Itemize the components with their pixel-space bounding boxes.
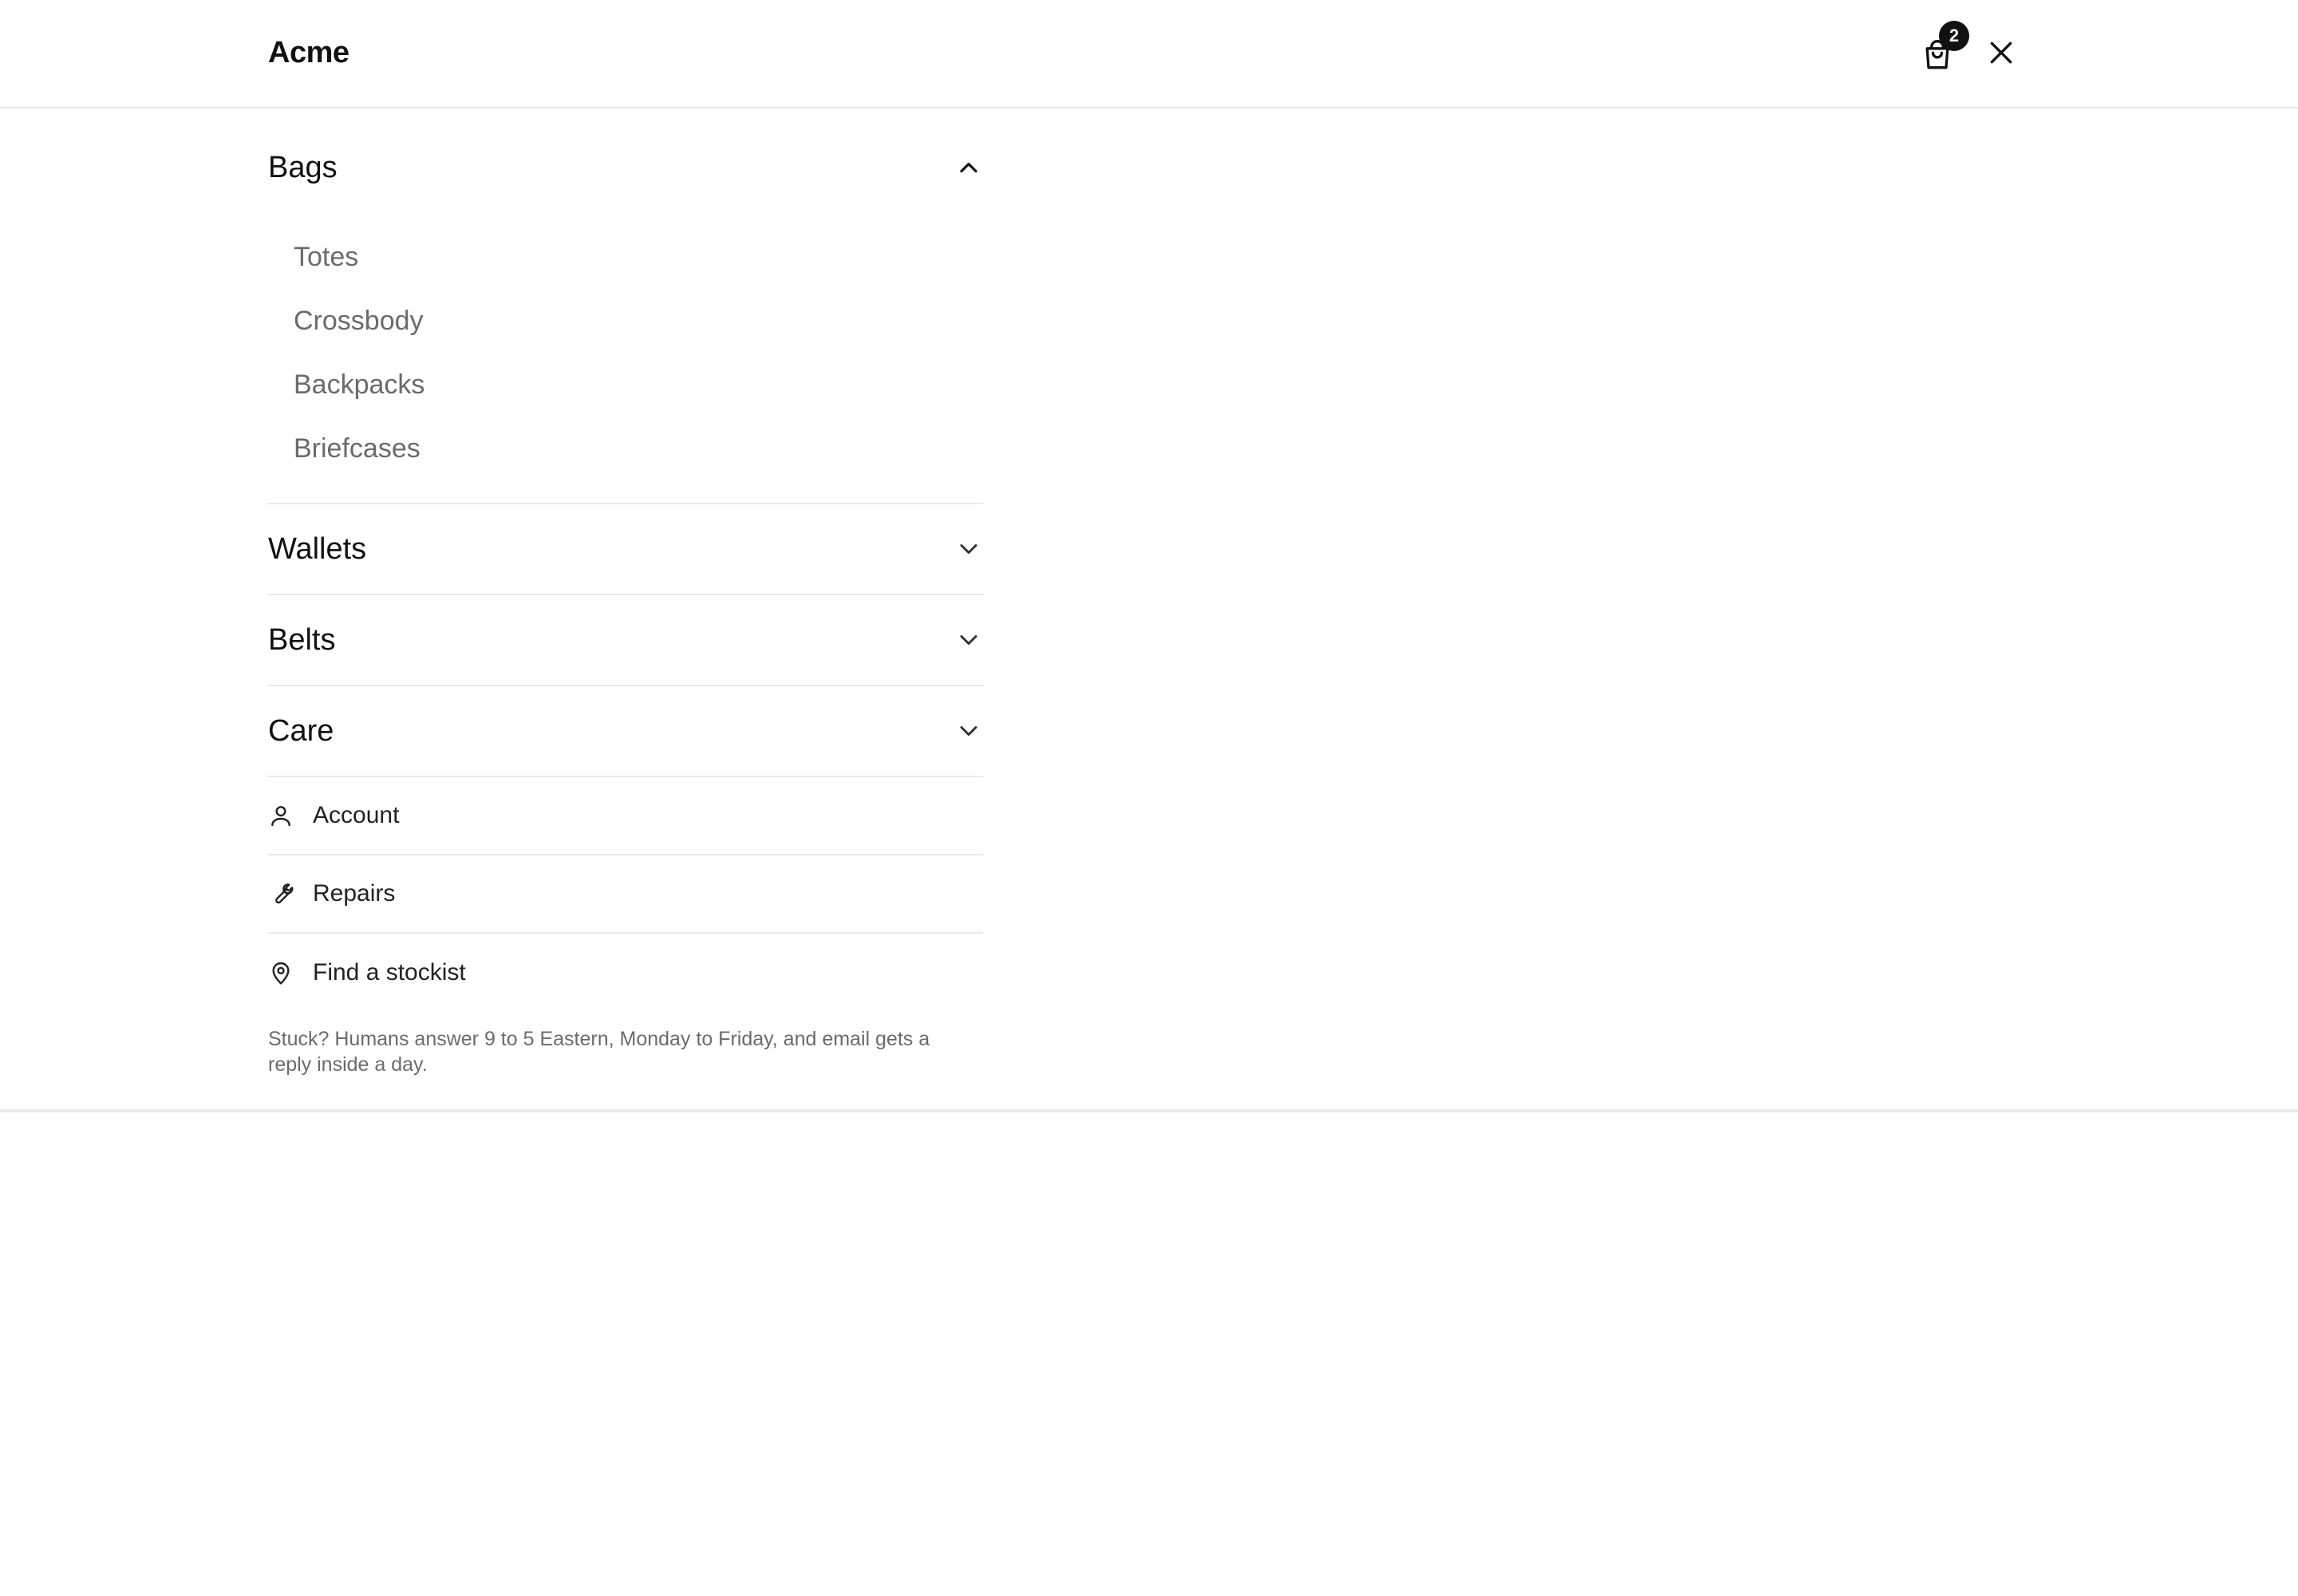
nav-section-title: Belts: [268, 623, 336, 657]
nav-subitem-totes[interactable]: Totes: [294, 225, 983, 289]
nav-section-toggle-belts[interactable]: Belts: [268, 595, 983, 685]
nav-section-toggle-bags[interactable]: Bags: [268, 109, 983, 227]
find-stockist-label: Find a stockist: [313, 959, 466, 986]
brand-logo[interactable]: Acme: [268, 35, 349, 70]
nav-section-wallets: Wallets: [268, 504, 983, 595]
close-icon: [1990, 41, 2012, 64]
nav-subitem-crossbody[interactable]: Crossbody: [294, 289, 983, 353]
map-pin-icon: [268, 960, 294, 986]
nav-section-title: Bags: [268, 151, 338, 184]
close-menu-button[interactable]: [1985, 37, 2017, 69]
nav-section-title: Wallets: [268, 532, 367, 566]
account-label: Account: [313, 802, 400, 828]
account-link[interactable]: Account: [268, 777, 983, 855]
nav-section-toggle-wallets[interactable]: Wallets: [268, 504, 983, 594]
nav-section-title: Care: [268, 714, 334, 748]
wrench-icon: [268, 881, 294, 907]
nav-section-belts: Belts: [268, 595, 983, 686]
repairs-link[interactable]: Repairs: [268, 855, 983, 934]
nav-sublist-bags: Totes Crossbody Backpacks Briefcases: [268, 225, 983, 503]
find-stockist-link[interactable]: Find a stockist: [268, 934, 983, 1012]
support-hours-note: Stuck? Humans answer 9 to 5 Eastern, Mon…: [268, 1028, 930, 1076]
repairs-label: Repairs: [313, 880, 396, 907]
mobile-nav-menu: Bags Totes Crossbody Backpacks Briefcase…: [268, 109, 983, 1077]
chevron-down-icon: [954, 535, 983, 563]
chevron-down-icon: [954, 717, 983, 745]
site-header: Acme 2: [0, 0, 2298, 109]
nav-section-toggle-care[interactable]: Care: [268, 686, 983, 776]
nav-section-care: Care: [268, 686, 983, 777]
nav-section-bags: Bags Totes Crossbody Backpacks Briefcase…: [268, 109, 983, 504]
nav-subitem-backpacks[interactable]: Backpacks: [294, 353, 983, 417]
nav-subitem-briefcases[interactable]: Briefcases: [294, 417, 983, 480]
cart-button[interactable]: 2: [1917, 21, 1969, 77]
chevron-up-icon: [954, 153, 983, 182]
cart-count-badge: 2: [1939, 21, 1969, 51]
chevron-down-icon: [954, 626, 983, 654]
menu-panel-bottom-divider: [0, 1109, 2298, 1112]
user-icon: [268, 803, 294, 828]
